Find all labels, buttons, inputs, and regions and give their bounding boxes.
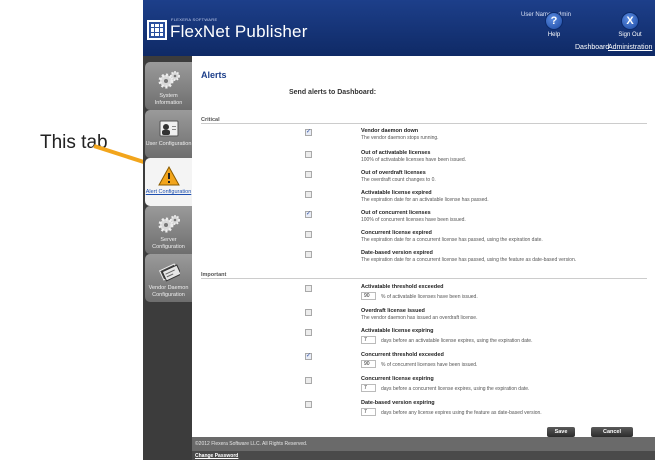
alert-title: Out of concurrent licenses bbox=[361, 210, 431, 216]
days-input[interactable]: 7 bbox=[361, 384, 376, 392]
help-icon[interactable]: ? bbox=[545, 12, 563, 30]
alert-description: % of concurrent licenses have been issue… bbox=[381, 362, 478, 368]
alert-checkbox[interactable] bbox=[305, 401, 312, 408]
sign-out-label[interactable]: Sign Out bbox=[613, 32, 647, 38]
page-title: Alerts bbox=[201, 70, 227, 80]
user-id-icon bbox=[159, 120, 179, 137]
alert-description: days before a concurrent license expires… bbox=[381, 386, 530, 392]
cancel-button[interactable]: Cancel bbox=[591, 427, 633, 437]
days-input[interactable]: 7 bbox=[361, 336, 376, 344]
alert-title: Activatable threshold exceeded bbox=[361, 284, 444, 290]
flexnet-app: FLEXERA SOFTWARE FlexNet Publisher User … bbox=[143, 0, 655, 460]
send-alerts-heading: Send alerts to Dashboard: bbox=[289, 89, 377, 96]
alert-title: Overdraft license issued bbox=[361, 308, 425, 314]
screenshot-stage: This tab FLEXERA SOFTWARE FlexNet Publis… bbox=[0, 0, 655, 460]
alert-checkbox[interactable]: ✓ bbox=[305, 353, 312, 360]
gears-icon bbox=[158, 215, 180, 233]
footer-bar bbox=[192, 451, 655, 460]
flexnet-logo-icon bbox=[147, 20, 167, 40]
alert-checkbox[interactable] bbox=[305, 151, 312, 158]
days-input[interactable]: 7 bbox=[361, 408, 376, 416]
alerts-panel: Alerts Send alerts to Dashboard: Critica… bbox=[192, 56, 655, 437]
alert-title: Out of activatable licenses bbox=[361, 150, 431, 156]
alert-description: 100% of activatable licenses have been i… bbox=[361, 157, 467, 163]
alert-description: The expiration date for an activatable l… bbox=[361, 197, 489, 203]
alert-description: The vendor daemon stops running. bbox=[361, 135, 439, 141]
sign-out-icon[interactable]: X bbox=[621, 12, 639, 30]
alert-description: 100% of concurrent licenses have been is… bbox=[361, 217, 466, 223]
alert-title: Out of overdraft licenses bbox=[361, 170, 426, 176]
alert-description: % of activatable licenses have been issu… bbox=[381, 294, 478, 300]
sidebar-item-label: Vendor Daemon Configuration bbox=[148, 285, 189, 298]
sidebar-item-system-information[interactable]: System Information bbox=[145, 62, 192, 110]
threshold-input[interactable]: 90 bbox=[361, 360, 376, 368]
alert-title: Concurrent license expired bbox=[361, 230, 432, 236]
app-header: FLEXERA SOFTWARE FlexNet Publisher User … bbox=[143, 0, 655, 56]
sidebar-item-vendor-daemon-configuration[interactable]: Vendor Daemon Configuration bbox=[145, 254, 192, 302]
threshold-input[interactable]: 90 bbox=[361, 292, 376, 300]
alert-description: The vendor daemon has issued an overdraf… bbox=[361, 315, 478, 321]
alert-checkbox[interactable] bbox=[305, 231, 312, 238]
save-button[interactable]: Save bbox=[547, 427, 575, 437]
dashboard-link[interactable]: Dashboard bbox=[575, 44, 609, 51]
warning-icon bbox=[158, 166, 180, 186]
alert-checkbox[interactable] bbox=[305, 309, 312, 316]
help-label[interactable]: Help bbox=[537, 32, 571, 38]
sidebar-item-server-configuration[interactable]: Server Configuration bbox=[145, 206, 192, 254]
alert-title: Activatable license expired bbox=[361, 190, 432, 196]
sidebar-item-label: User Configuration bbox=[145, 141, 192, 147]
alert-title: Vendor daemon down bbox=[361, 128, 419, 134]
alert-checkbox[interactable] bbox=[305, 285, 312, 292]
alert-checkbox[interactable] bbox=[305, 329, 312, 336]
alert-title: Concurrent threshold exceeded bbox=[361, 352, 444, 358]
alert-title: Concurrent license expiring bbox=[361, 376, 434, 382]
sidebar-item-user-configuration[interactable]: User Configuration bbox=[145, 110, 192, 158]
alert-description: The expiration date for a concurrent lic… bbox=[361, 237, 543, 243]
app-footer: ©2012 Flexera Software LLC. All Rights R… bbox=[192, 437, 655, 460]
change-password-link[interactable]: Change Password bbox=[195, 453, 238, 459]
license-cards-icon bbox=[158, 263, 180, 282]
alert-checkbox[interactable] bbox=[305, 171, 312, 178]
product-name: FlexNet Publisher bbox=[170, 22, 308, 41]
gears-icon bbox=[158, 71, 180, 89]
sidebar-item-label: Server Configuration bbox=[152, 237, 185, 250]
sidebar-item-label: System Information bbox=[154, 93, 183, 106]
alert-title: Activatable license expiring bbox=[361, 328, 434, 334]
alert-description: days before an activatable license expir… bbox=[381, 338, 533, 344]
alert-title: Date-based version expired bbox=[361, 250, 433, 256]
alert-title: Date-based version expiring bbox=[361, 400, 435, 406]
callout-label: This tab bbox=[40, 132, 108, 153]
alert-checkbox[interactable] bbox=[305, 191, 312, 198]
copyright-text: ©2012 Flexera Software LLC. All Rights R… bbox=[195, 441, 308, 447]
critical-divider bbox=[201, 123, 647, 124]
alert-checkbox[interactable] bbox=[305, 251, 312, 258]
administration-link[interactable]: Administration bbox=[608, 44, 652, 51]
important-divider bbox=[201, 278, 647, 279]
alert-checkbox[interactable]: ✓ bbox=[305, 211, 312, 218]
sidebar: System Information User Configuration Al… bbox=[143, 56, 192, 460]
alert-description: The expiration date for a concurrent lic… bbox=[361, 257, 577, 263]
alert-description: The overdraft count changes to 0. bbox=[361, 177, 436, 183]
sidebar-item-label: Alert Configuration bbox=[145, 189, 192, 195]
sidebar-item-alert-configuration[interactable]: Alert Configuration bbox=[145, 158, 192, 206]
alert-checkbox[interactable]: ✓ bbox=[305, 129, 312, 136]
alert-checkbox[interactable] bbox=[305, 377, 312, 384]
alert-description: days before any license expires using th… bbox=[381, 410, 542, 416]
